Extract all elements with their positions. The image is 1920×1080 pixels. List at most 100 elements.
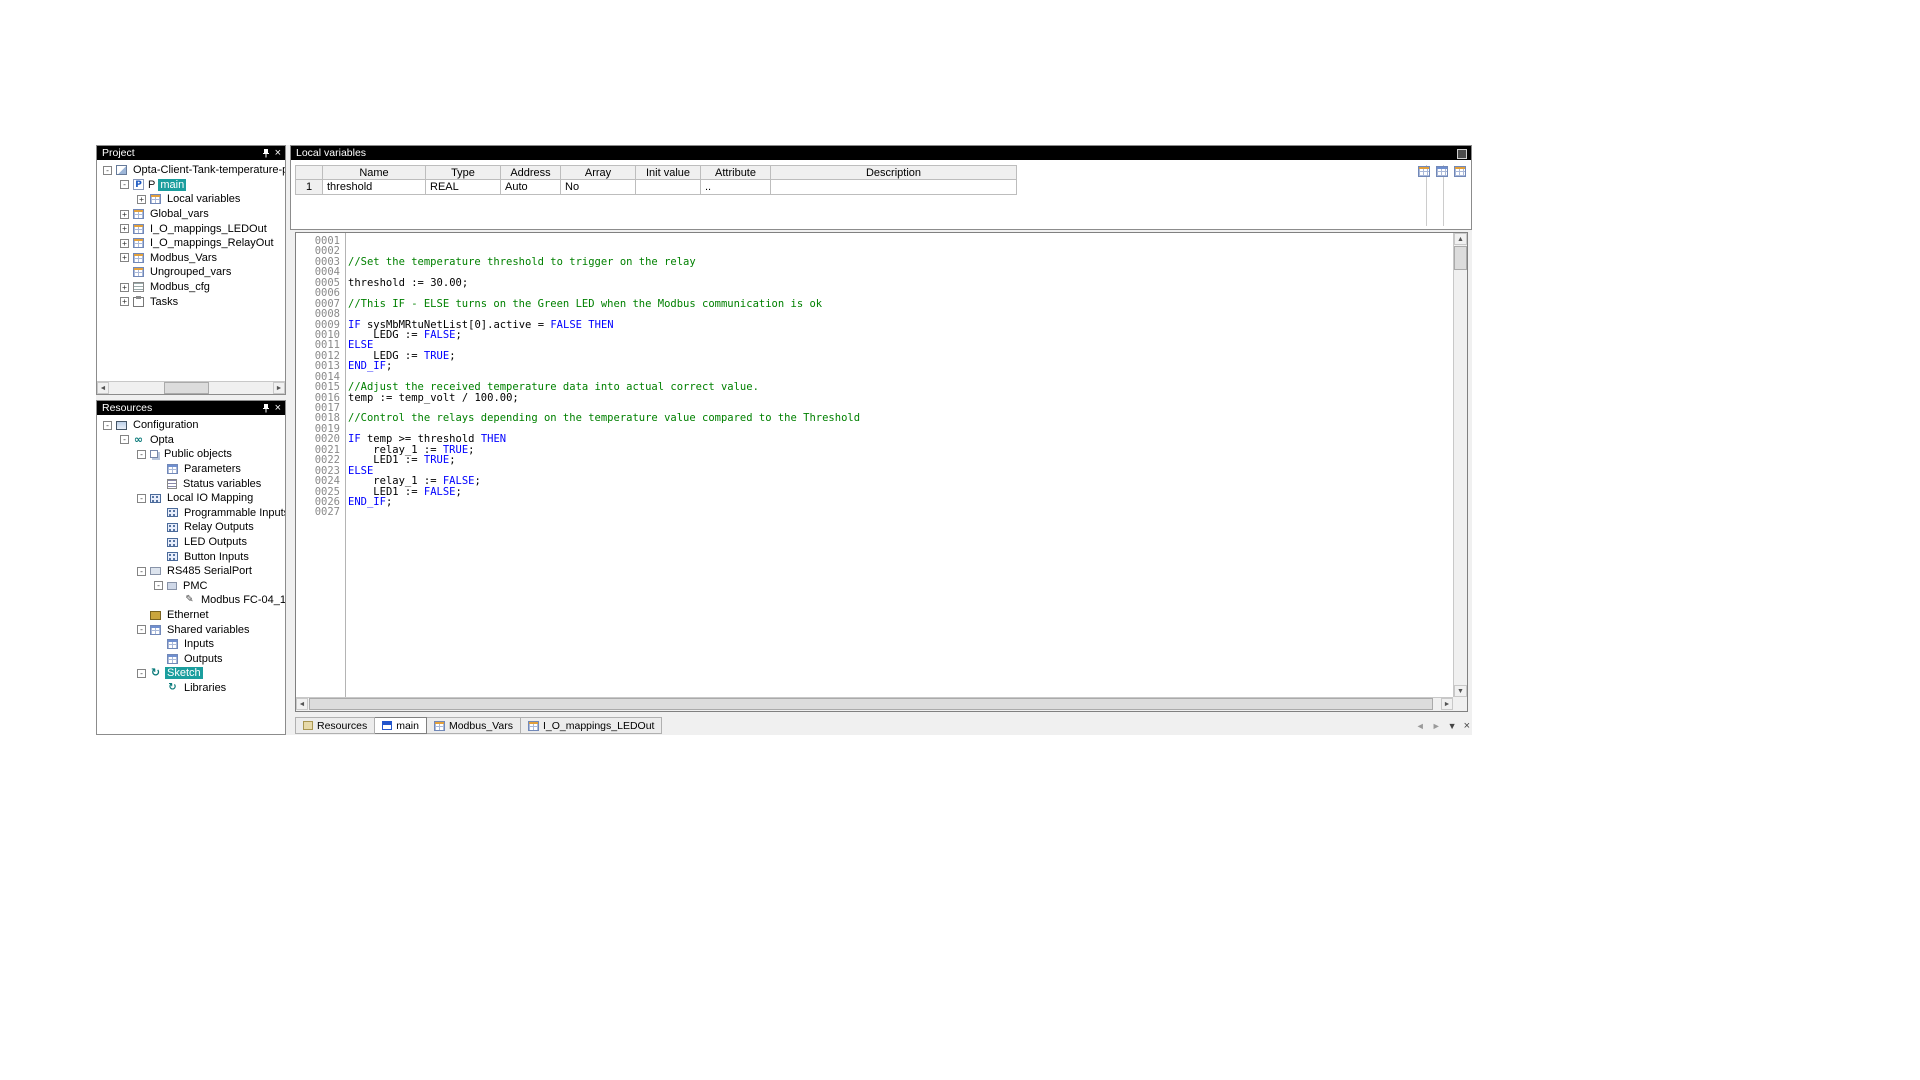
code-line[interactable]: 0010 LEDG := FALSE;	[296, 330, 1453, 340]
code-line[interactable]: 0004	[296, 267, 1453, 277]
expand-icon[interactable]: +	[120, 210, 129, 219]
code-line[interactable]: 0013END_IF;	[296, 361, 1453, 371]
collapse-icon[interactable]: -	[137, 669, 146, 678]
collapse-icon[interactable]: -	[137, 494, 146, 503]
collapse-icon[interactable]: -	[137, 567, 146, 576]
collapse-icon[interactable]: -	[137, 625, 146, 634]
expand-icon[interactable]: +	[120, 283, 129, 292]
table-cell[interactable]	[771, 180, 1017, 195]
expand-icon[interactable]: +	[120, 224, 129, 233]
scroll-right-icon[interactable]: ►	[273, 382, 285, 394]
tree-item-parameters[interactable]: Parameters	[97, 462, 285, 477]
tree-item-sketch[interactable]: -↻Sketch	[97, 666, 285, 681]
code-line[interactable]: 0001	[296, 236, 1453, 246]
tree-item-global-vars[interactable]: +Global_vars	[97, 207, 285, 222]
tree-item-shared-variables[interactable]: -Shared variables	[97, 622, 285, 637]
expand-icon[interactable]: +	[137, 195, 146, 204]
tree-item-opta-client-tank-temperature-p[interactable]: -Opta-Client-Tank-temperature-p	[97, 163, 285, 178]
tree-item-relay-outputs[interactable]: Relay Outputs	[97, 520, 285, 535]
scroll-right-icon[interactable]: ►	[1441, 698, 1453, 710]
table-cell[interactable]: threshold	[323, 180, 426, 195]
code-line[interactable]: 0016temp := temp_volt / 100.00;	[296, 393, 1453, 403]
scroll-down-icon[interactable]: ▼	[1454, 685, 1467, 697]
tree-item-rs485-serialport[interactable]: -RS485 SerialPort	[97, 564, 285, 579]
table-cell[interactable]: No	[561, 180, 636, 195]
tree-item-programmable-inputs[interactable]: Programmable Inputs	[97, 506, 285, 521]
tree-item-modbus-fc-04-1[interactable]: ✎Modbus FC-04_1	[97, 593, 285, 608]
tab-list-icon[interactable]: ▼	[1448, 721, 1457, 731]
code-line[interactable]: 0026END_IF;	[296, 497, 1453, 507]
row-number-cell[interactable]: 1	[295, 180, 323, 195]
close-panel-icon[interactable]: ×	[275, 403, 281, 414]
code-area[interactable]: 000100020003//Set the temperature thresh…	[296, 233, 1453, 697]
tree-item-local-variables[interactable]: +Local variables	[97, 192, 285, 207]
pin-icon[interactable]	[262, 404, 270, 413]
code-line[interactable]: 0007//This IF - ELSE turns on the Green …	[296, 299, 1453, 309]
scroll-tabs-left-icon[interactable]: ◄	[1416, 721, 1425, 731]
collapse-icon[interactable]: -	[154, 581, 163, 590]
tree-item-i-o-mappings-relayout[interactable]: +I_O_mappings_RelayOut	[97, 236, 285, 251]
table-cell[interactable]: REAL	[426, 180, 501, 195]
tree-item-pmc[interactable]: -PMC	[97, 579, 285, 594]
tree-item-modbus-vars[interactable]: +Modbus_Vars	[97, 251, 285, 266]
table-row[interactable]: 1thresholdREALAutoNo..	[295, 180, 1017, 195]
collapse-icon[interactable]: -	[137, 450, 146, 459]
tree-item-status-variables[interactable]: Status variables	[97, 476, 285, 491]
tree-item-ethernet[interactable]: Ethernet	[97, 608, 285, 623]
column-header-init-value[interactable]: Init value	[636, 165, 701, 180]
code-line[interactable]: 0025 LED1 := FALSE;	[296, 487, 1453, 497]
tree-item-local-io-mapping[interactable]: -Local IO Mapping	[97, 491, 285, 506]
project-hscrollbar[interactable]: ◄ ►	[97, 381, 285, 394]
tree-item-led-outputs[interactable]: LED Outputs	[97, 535, 285, 550]
collapse-icon[interactable]: -	[103, 166, 112, 175]
row-number-header[interactable]	[295, 165, 323, 180]
column-header-address[interactable]: Address	[501, 165, 561, 180]
code-line[interactable]: 0027	[296, 507, 1453, 517]
column-header-attribute[interactable]: Attribute	[701, 165, 771, 180]
tab-resources[interactable]: Resources	[295, 717, 375, 734]
code-line[interactable]: 0003//Set the temperature threshold to t…	[296, 257, 1453, 267]
code-line[interactable]: 0005threshold := 30.00;	[296, 278, 1453, 288]
code-line[interactable]: 0009IF sysMbMRtuNetList[0].active = FALS…	[296, 320, 1453, 330]
expand-icon[interactable]: +	[120, 253, 129, 262]
column-header-type[interactable]: Type	[426, 165, 501, 180]
hscroll-track[interactable]	[109, 382, 273, 394]
scroll-up-icon[interactable]: ▲	[1454, 233, 1467, 245]
code-line[interactable]: 0011ELSE	[296, 340, 1453, 350]
scroll-left-icon[interactable]: ◄	[97, 382, 109, 394]
expand-icon[interactable]: +	[120, 297, 129, 306]
code-line[interactable]: 0012 LEDG := TRUE;	[296, 351, 1453, 361]
st-code-editor[interactable]: 000100020003//Set the temperature thresh…	[295, 232, 1468, 712]
table-grid-icon-3[interactable]	[1454, 166, 1466, 177]
collapse-icon[interactable]: -	[103, 421, 112, 430]
tree-item-i-o-mappings-ledout[interactable]: +I_O_mappings_LEDOut	[97, 221, 285, 236]
tree-item-libraries[interactable]: ↻Libraries	[97, 681, 285, 696]
tree-item-modbus-cfg[interactable]: +Modbus_cfg	[97, 280, 285, 295]
vscroll-thumb[interactable]	[1454, 246, 1467, 270]
table-grid-icon-1[interactable]	[1418, 166, 1430, 177]
tree-item-tasks[interactable]: +Tasks	[97, 294, 285, 309]
table-grid-icon-2[interactable]	[1436, 166, 1448, 177]
tree-item-outputs[interactable]: Outputs	[97, 652, 285, 667]
tab-i-o-mappings-ledout[interactable]: I_O_mappings_LEDOut	[521, 717, 662, 734]
table-cell[interactable]	[636, 180, 701, 195]
panel-options-icon[interactable]	[1457, 149, 1467, 159]
code-line[interactable]: 0018//Control the relays depending on th…	[296, 413, 1453, 423]
tab-modbus-vars[interactable]: Modbus_Vars	[427, 717, 521, 734]
tree-item-opta[interactable]: -∞Opta	[97, 433, 285, 448]
column-header-name[interactable]: Name	[323, 165, 426, 180]
column-header-array[interactable]: Array	[561, 165, 636, 180]
collapse-icon[interactable]: -	[120, 435, 129, 444]
scroll-left-icon[interactable]: ◄	[296, 698, 308, 710]
column-header-description[interactable]: Description	[771, 165, 1017, 180]
hscroll-thumb[interactable]	[164, 382, 209, 394]
table-cell[interactable]: Auto	[501, 180, 561, 195]
code-line[interactable]: 0021 relay_1 := TRUE;	[296, 445, 1453, 455]
code-line[interactable]: 0022 LED1 := TRUE;	[296, 455, 1453, 465]
tree-item-configuration[interactable]: -Configuration	[97, 418, 285, 433]
tree-item-ungrouped-vars[interactable]: Ungrouped_vars	[97, 265, 285, 280]
close-tab-icon[interactable]: ×	[1464, 720, 1470, 732]
pin-icon[interactable]	[262, 149, 270, 158]
tree-item-main[interactable]: -PPmain	[97, 178, 285, 193]
code-line[interactable]: 0024 relay_1 := FALSE;	[296, 476, 1453, 486]
